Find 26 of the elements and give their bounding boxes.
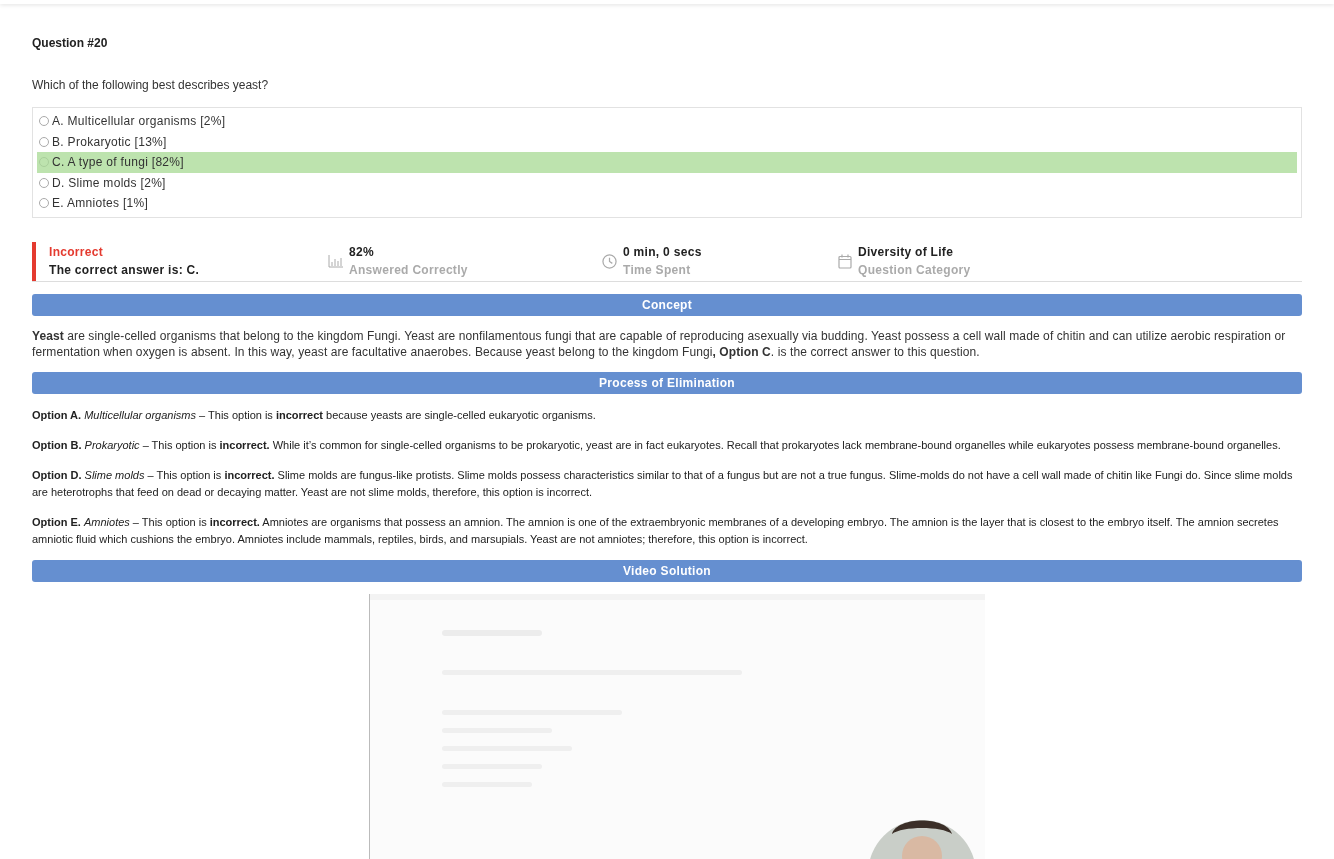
bar-chart-icon (328, 254, 343, 268)
question-text: Which of the following best describes yeast? (32, 77, 270, 94)
answer-option[interactable]: E. Amniotes [1%] (37, 193, 1297, 214)
section-header: Process of Elimination (32, 371, 1302, 394)
question-title: Question #20 (32, 35, 109, 52)
section-header: Concept (32, 293, 1302, 316)
stat-caption: Question Category (858, 262, 971, 279)
result-status: Incorrect (49, 244, 105, 261)
stat-value: Diversity of Life (858, 244, 955, 261)
section-header: Video Solution (32, 559, 1302, 582)
answer-option[interactable]: A. Multicellular organisms [2%] (37, 111, 1297, 132)
explanation-paragraph: Option B. Prokaryotic – This option is incorrect. While it’s common for single-celled organisms to be prokaryotic, yeast are in fact eukaryotes. Recall that prokaryotes lack membrane-bound organelles while eukaryotes possess membrane-bound organelles. (32, 437, 1282, 453)
correct-answer-text: The correct answer is: C. (49, 262, 201, 279)
answer-option[interactable]: D. Slime molds [2%] (37, 172, 1297, 193)
stat-value: 82% (349, 244, 375, 261)
answer-option[interactable]: C. A type of fungi [82%] (37, 152, 1297, 173)
concept-paragraph: Yeast are single-celled organisms that belong to the kingdom Fungi. Yeast are nonfilamentous fungi that are capable of reproducing asexually via budding. Yeast possess a cell wall made of chitin and can utilize aerobic respiration or fermentation when oxygen is absent. In this way, yeast are facultative anaerobes. Because yeast belong to the kingdom Fungi, Option C. is the correct answer to this question. (32, 327, 1287, 360)
stat-caption: Answered Correctly (349, 262, 468, 279)
explanation-paragraph: Option D. Slime molds – This option is incorrect. Slime molds are fungus-like protists. Slime molds possess characteristics similar to that of a fungus but are not a true fungus. Slime-molds do not have a cell wall made of chitin like Fungi do. Since slime molds are heterotrophs that feed on dead or decaying matter. Yeast are not slime molds, therefore, this option is incorrect. (32, 467, 1294, 500)
explanation-paragraph: Option E. Amniotes – This option is incorrect. Amniotes are organisms that possess an amnion. The amnion is one of the extraembryonic membranes of a developing embryo. The amnion is the layer that is closest to the embryo itself. The amnion secretes amniotic fluid which cushions the embryo. Amniotes include mammals, reptiles, birds, and marsupials. Yeast are not amniotes; therefore, this option is incorrect. (32, 514, 1280, 547)
explanation-paragraph: Option A. Multicellular organisms – This option is incorrect because yeasts are single-celled eukaryotic organisms. (32, 407, 597, 423)
answer-option[interactable]: B. Prokaryotic [13%] (37, 131, 1297, 152)
clock-icon (602, 253, 617, 269)
calendar-icon (838, 253, 852, 269)
stat-value: 0 min, 0 secs (623, 244, 702, 261)
stat-caption: Time Spent (623, 262, 692, 279)
